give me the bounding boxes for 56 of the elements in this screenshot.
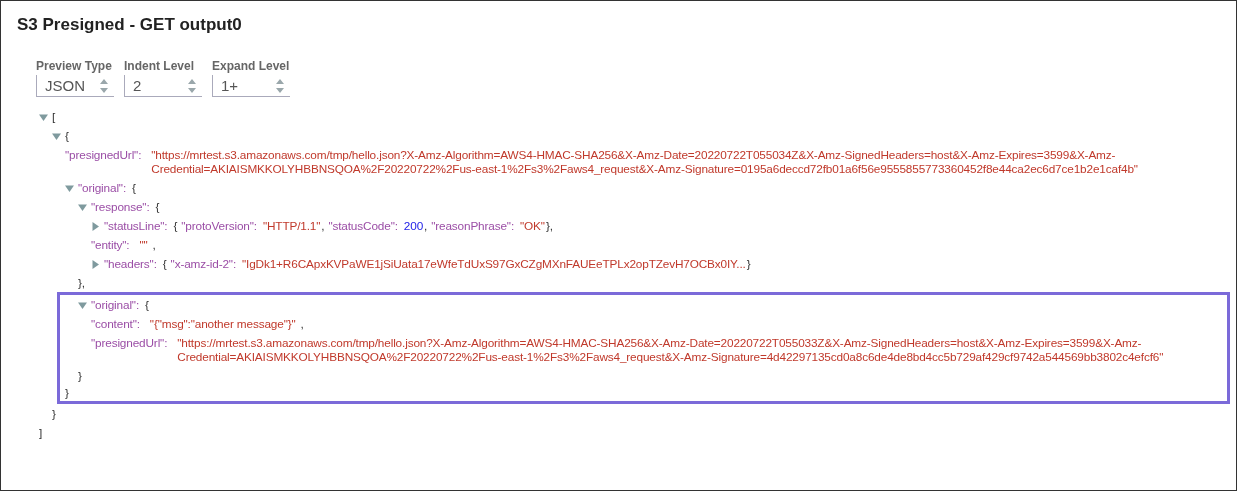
json-key: "protoVersion": [181,218,257,233]
json-key: "presignedUrl": [65,147,142,162]
json-value: "HTTP/1.1" [262,218,321,233]
field-label: Expand Level [212,59,290,73]
json-value: "https://mrtest.s3.amazonaws.com/tmp/hello.json?X-Amz-Algorithm=AWS4-HMAC-SHA256&X-Amz-Date=20220722T055033Z&X-Amz-SignedHeaders=host&X-Amz-Expires=3599&X-Amz-Credential=AKIAISMKKOLYHBBNSQOA%2F20220722%2Fus-east-1%2Fs3%2Faws4_request&X-Amz-Signature=4d42297135cd0a8c6de4de8bd4cc5b729af429cf9742a544569bb3802c4efcf6" [177,335,1165,364]
json-value: "IgDk1+R6CApxKVPaWE1jSiUata17eWfeTdUxS97GxCZgMXnFAUEeTPLx2opTZevH7OCBx0IY... [242,256,746,271]
expand-triangle-icon[interactable] [91,221,100,231]
panel-title: S3 Presigned - GET output0 [17,15,243,35]
json-key: "original": [78,180,127,195]
collapse-triangle-icon[interactable] [65,183,74,193]
json-key: "entity": [91,237,130,252]
spinner-field[interactable]: 2 [124,75,202,97]
bracket: } [52,406,56,421]
punctuation: , [424,218,428,233]
punctuation: } [746,256,751,271]
collapse-triangle-icon[interactable] [52,131,61,141]
collapse-triangle-icon[interactable] [39,112,48,122]
json-key: "reasonPhrase": [431,218,515,233]
json-value: "" [139,237,149,252]
json-key: "presignedUrl": [91,335,168,350]
punctuation: , [300,316,304,331]
punctuation: }, [545,218,553,233]
collapse-triangle-icon[interactable] [78,300,87,310]
json-key: "x-amz-id-2": [170,256,236,271]
field-label: Indent Level [124,59,195,73]
punctuation: { [173,218,178,233]
bracket: }, [78,275,85,290]
punctuation: , [321,218,325,233]
json-key: "statusLine": [104,218,168,233]
bracket: { [65,128,69,143]
bracket: { [145,297,149,312]
json-value: "{"msg":"another message"}" [149,316,297,331]
up-down-arrows-icon [276,78,284,93]
spinner-field[interactable]: 1+ [212,75,290,97]
json-key: "response": [91,199,150,214]
expand-triangle-icon[interactable] [91,259,100,269]
json-key: "original": [91,297,140,312]
punctuation: , [152,237,156,252]
up-down-arrows-icon [188,78,196,93]
json-value: 200 [403,218,424,233]
bracket: { [132,180,136,195]
bracket: ] [39,425,43,440]
field-label: Preview Type [36,59,113,73]
json-key: "content": [91,316,140,331]
bracket: } [65,386,69,400]
json-value: "https://mrtest.s3.amazonaws.com/tmp/hello.json?X-Amz-Algorithm=AWS4-HMAC-SHA256&X-Amz-Date=20220722T055034Z&X-Amz-SignedHeaders=host&X-Amz-Expires=3599&X-Amz-Credential=AKIAISMKKOLYHBBNSQOA%2F20220722%2Fus-east-1%2Fs3%2Faws4_request&X-Amz-Signature=0195a6deccd72fb01a6f56e9555855773360452f8e44ca2ec6d7ce1b2e1caf4b" [151,147,1139,176]
collapse-triangle-icon[interactable] [78,202,87,212]
json-value: "OK" [520,218,545,233]
bracket: [ [52,109,56,124]
up-down-arrows-icon [100,78,108,93]
bracket: { [155,199,160,214]
spinner-field[interactable]: JSON [36,75,114,97]
bracket: } [78,368,82,383]
punctuation: { [162,256,167,271]
json-key: "headers": [104,256,157,271]
json-key: "statusCode": [328,218,398,233]
